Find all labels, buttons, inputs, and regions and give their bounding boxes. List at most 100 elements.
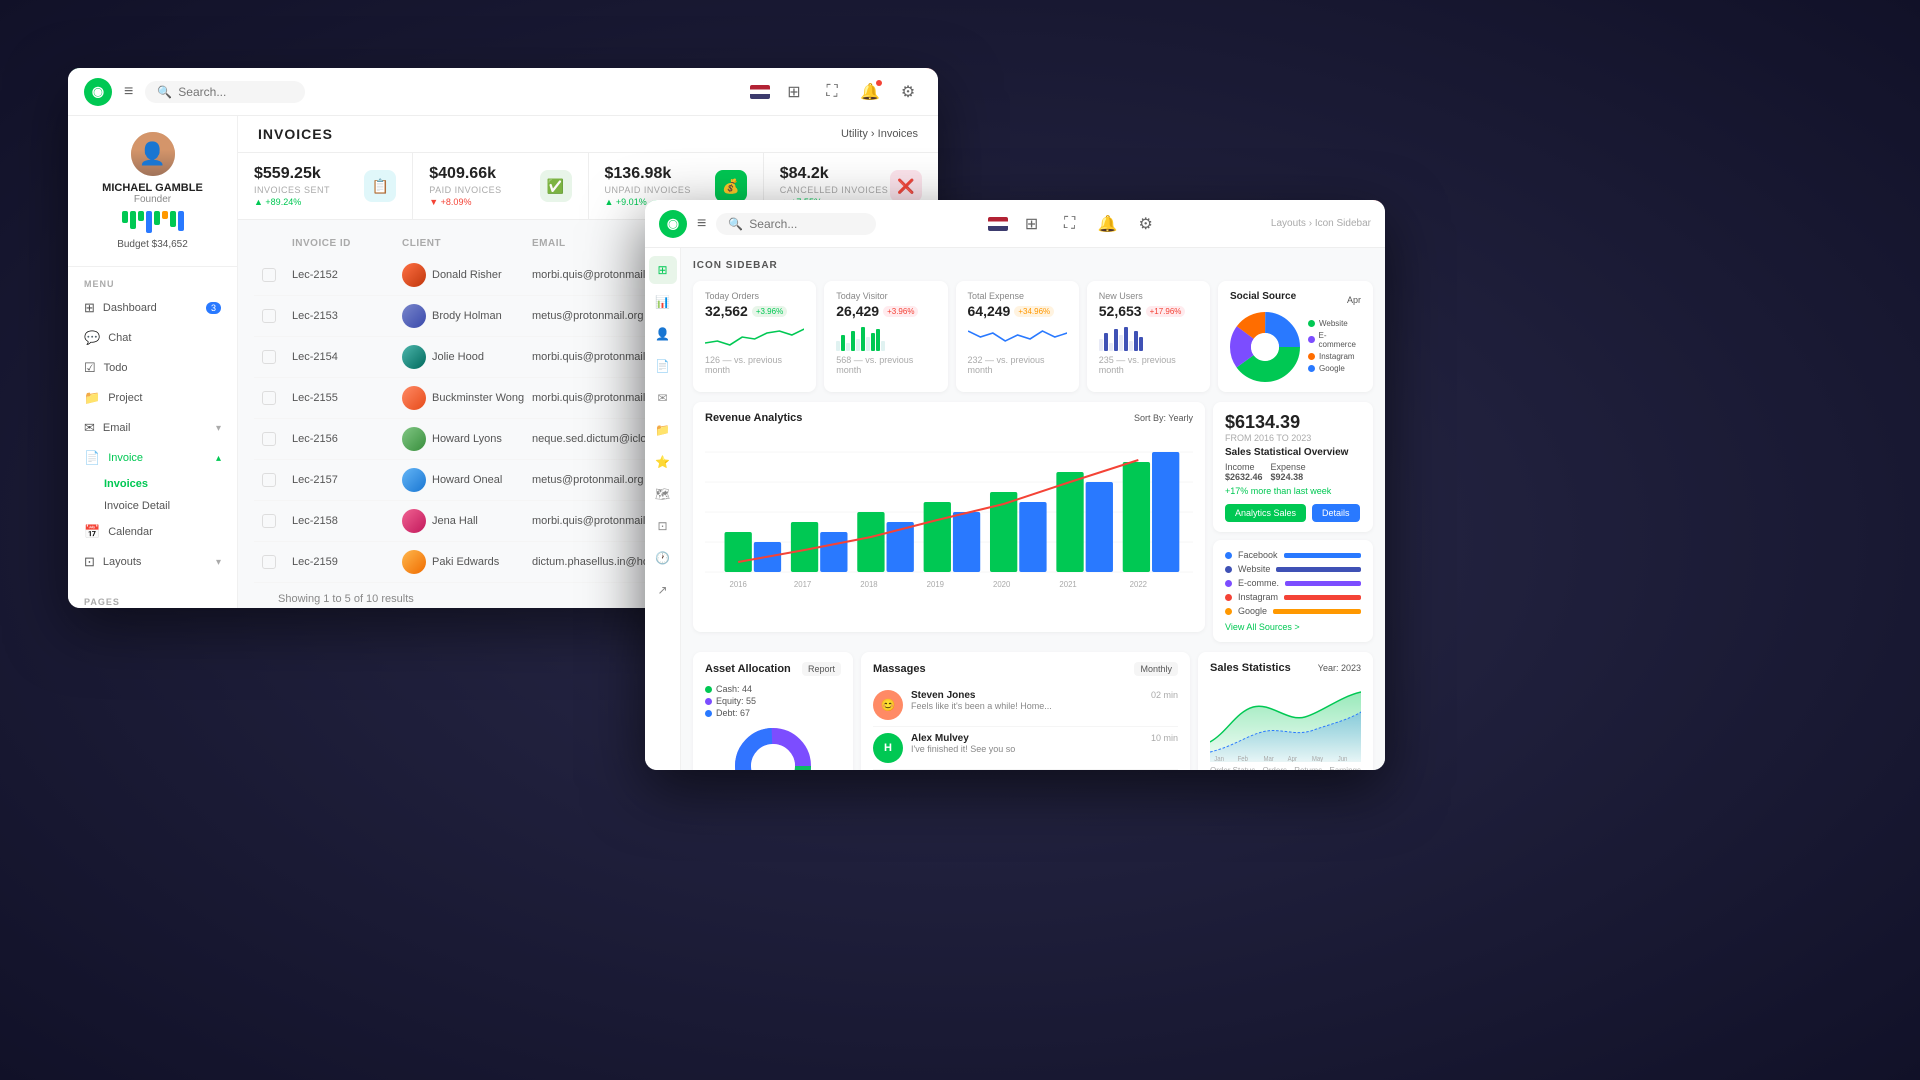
sidebar-item-dashboard[interactable]: ⊞ Dashboard 3 [68, 293, 237, 323]
icon-sidebar-share[interactable]: ↗ [649, 576, 677, 604]
icon-sidebar-map[interactable]: 🗺 [649, 480, 677, 508]
svg-text:Feb: Feb [1238, 756, 1249, 762]
dash-topbar: ◉ ≡ 🔍 ⊞ ⛶ 🔔 ⚙ Layouts › Icon Sidebar [645, 200, 1385, 248]
icon-sidebar: ⊞ 📊 👤 📄 ✉ 📁 ⭐ 🗺 ⊡ 🕐 ↗ [645, 248, 681, 770]
icon-sidebar-time[interactable]: 🕐 [649, 544, 677, 572]
mini-stat-val-row: 32,562 +3.96% [705, 303, 804, 319]
mini-stat-users: New Users 52,653 +17.96% 235 — vs. pr [1087, 281, 1210, 392]
notification-dot [876, 80, 882, 86]
dash-hamburger[interactable]: ≡ [697, 215, 706, 233]
dash-section-header: ICON SIDEBAR [693, 260, 1373, 271]
mini-stat-badge: +3.96% [883, 306, 918, 317]
row-checkbox[interactable] [262, 350, 276, 364]
stat-icon-paid: ✅ [540, 170, 572, 202]
client-name: Brody Holman [432, 310, 502, 322]
icon-sidebar-doc[interactable]: 📄 [649, 352, 677, 380]
stat-icon-cancelled: ❌ [890, 170, 922, 202]
icon-sidebar-home[interactable]: ⊞ [649, 256, 677, 284]
icon-sidebar-file[interactable]: 📁 [649, 416, 677, 444]
icon-sidebar-star[interactable]: ⭐ [649, 448, 677, 476]
dash-settings-icon[interactable]: ⚙ [1132, 210, 1160, 238]
mini-stats-container: Today Orders 32,562 +3.96% 126 — vs. pre… [693, 281, 1373, 392]
svg-text:Apr: Apr [1288, 756, 1298, 762]
logo-icon[interactable]: ◉ [84, 78, 112, 106]
mini-stat-value: 64,249 [968, 303, 1011, 319]
social-source-title: Social Source [1230, 291, 1296, 302]
sidebar-label-todo: Todo [104, 362, 128, 374]
legend-dot-web [1225, 566, 1232, 573]
sidebar-item-chat[interactable]: 💬 Chat [68, 323, 237, 353]
invoice-search-input[interactable] [178, 85, 288, 99]
invoice-id: Lec-2155 [292, 392, 402, 404]
icon-sidebar-grid[interactable]: ⊡ [649, 512, 677, 540]
row-checkbox[interactable] [262, 514, 276, 528]
client-avatar [402, 263, 426, 287]
revenue-amount: $6134.39 [1225, 412, 1361, 433]
legend-bar-insta [1284, 595, 1361, 600]
sales-year[interactable]: Year: 2023 [1318, 663, 1361, 673]
legend-dot-insta [1225, 594, 1232, 601]
client-name: Jena Hall [432, 515, 478, 527]
svg-text:2022: 2022 [1130, 580, 1147, 589]
grid-icon[interactable]: ⊞ [780, 78, 808, 106]
view-all-sources[interactable]: View All Sources > [1225, 622, 1361, 632]
msg-content-2: Alex Mulvey I've finished it! See you so [911, 733, 1015, 754]
invoice-id: Lec-2153 [292, 310, 402, 322]
mini-stat-badge: +17.96% [1146, 306, 1186, 317]
row-checkbox[interactable] [262, 268, 276, 282]
legend-label-google: Google [1319, 364, 1345, 373]
legend-dot-ecom [1225, 580, 1232, 587]
sidebar-item-invoice[interactable]: 📄 Invoice ▴ [68, 443, 237, 473]
mini-stat-sub: 126 — vs. previous month [705, 355, 804, 375]
email-icon: ✉ [84, 420, 95, 436]
dash-grid-icon[interactable]: ⊞ [1018, 210, 1046, 238]
svg-text:2016: 2016 [730, 580, 748, 589]
icon-sidebar-chart[interactable]: 📊 [649, 288, 677, 316]
invoice-search-box[interactable]: 🔍 [145, 81, 305, 103]
dot-debt [705, 710, 712, 717]
sidebar-item-layouts[interactable]: ⊡ Layouts ▾ [68, 547, 237, 577]
row-checkbox[interactable] [262, 432, 276, 446]
messages-filter[interactable]: Monthly [1134, 662, 1178, 676]
dash-breadcrumb: Layouts › Icon Sidebar [1271, 218, 1371, 229]
settings-icon[interactable]: ⚙ [894, 78, 922, 106]
dash-search-box[interactable]: 🔍 [716, 213, 876, 235]
sidebar-item-project[interactable]: 📁 Project [68, 383, 237, 413]
icon-sidebar-users[interactable]: 👤 [649, 320, 677, 348]
col-client: CLIENT [402, 238, 532, 249]
dot-equity [705, 698, 712, 705]
client-cell: Donald Risher [402, 263, 532, 287]
icon-sidebar-mail[interactable]: ✉ [649, 384, 677, 412]
flag-icon[interactable] [750, 85, 770, 99]
sort-by-label[interactable]: Sort By: Yearly [1134, 413, 1193, 423]
row-checkbox[interactable] [262, 391, 276, 405]
legend-dot-fb [1225, 552, 1232, 559]
hamburger-icon[interactable]: ≡ [124, 83, 133, 101]
mini-stat-title: Total Expense [968, 291, 1067, 301]
dash-expand-icon[interactable]: ⛶ [1056, 210, 1084, 238]
submenu-invoice-detail[interactable]: Invoice Detail [68, 495, 237, 517]
bell-icon[interactable]: 🔔 [856, 78, 884, 106]
page-title: INVOICES [258, 126, 333, 142]
dash-search-input[interactable] [749, 217, 859, 231]
expand-icon[interactable]: ⛶ [818, 78, 846, 106]
submenu-invoices[interactable]: Invoices [68, 473, 237, 495]
row-checkbox[interactable] [262, 309, 276, 323]
row-checkbox[interactable] [262, 473, 276, 487]
mini-stat-val-row: 52,653 +17.96% [1099, 303, 1198, 319]
sidebar-item-calendar[interactable]: 📅 Calendar [68, 517, 237, 547]
sidebar-item-todo[interactable]: ☑ Todo [68, 353, 237, 383]
social-source-dropdown[interactable]: Apr [1347, 295, 1361, 305]
dash-bell-icon[interactable]: 🔔 [1094, 210, 1122, 238]
row-checkbox[interactable] [262, 555, 276, 569]
dash-topbar-actions: ⊞ ⛶ 🔔 ⚙ [988, 210, 1160, 238]
report-button[interactable]: Report [802, 662, 841, 676]
sidebar-item-email[interactable]: ✉ Email ▾ [68, 413, 237, 443]
budget-bar-7 [170, 211, 176, 227]
message-item-1: 😊 Steven Jones Feels like it's been a wh… [873, 684, 1178, 727]
analytics-sales-button[interactable]: Analytics Sales [1225, 504, 1306, 522]
dash-logo[interactable]: ◉ [659, 210, 687, 238]
dash-flag-icon[interactable] [988, 217, 1008, 231]
details-button[interactable]: Details [1312, 504, 1360, 522]
legend-label-ecommerce: E-commerce [1319, 331, 1361, 349]
